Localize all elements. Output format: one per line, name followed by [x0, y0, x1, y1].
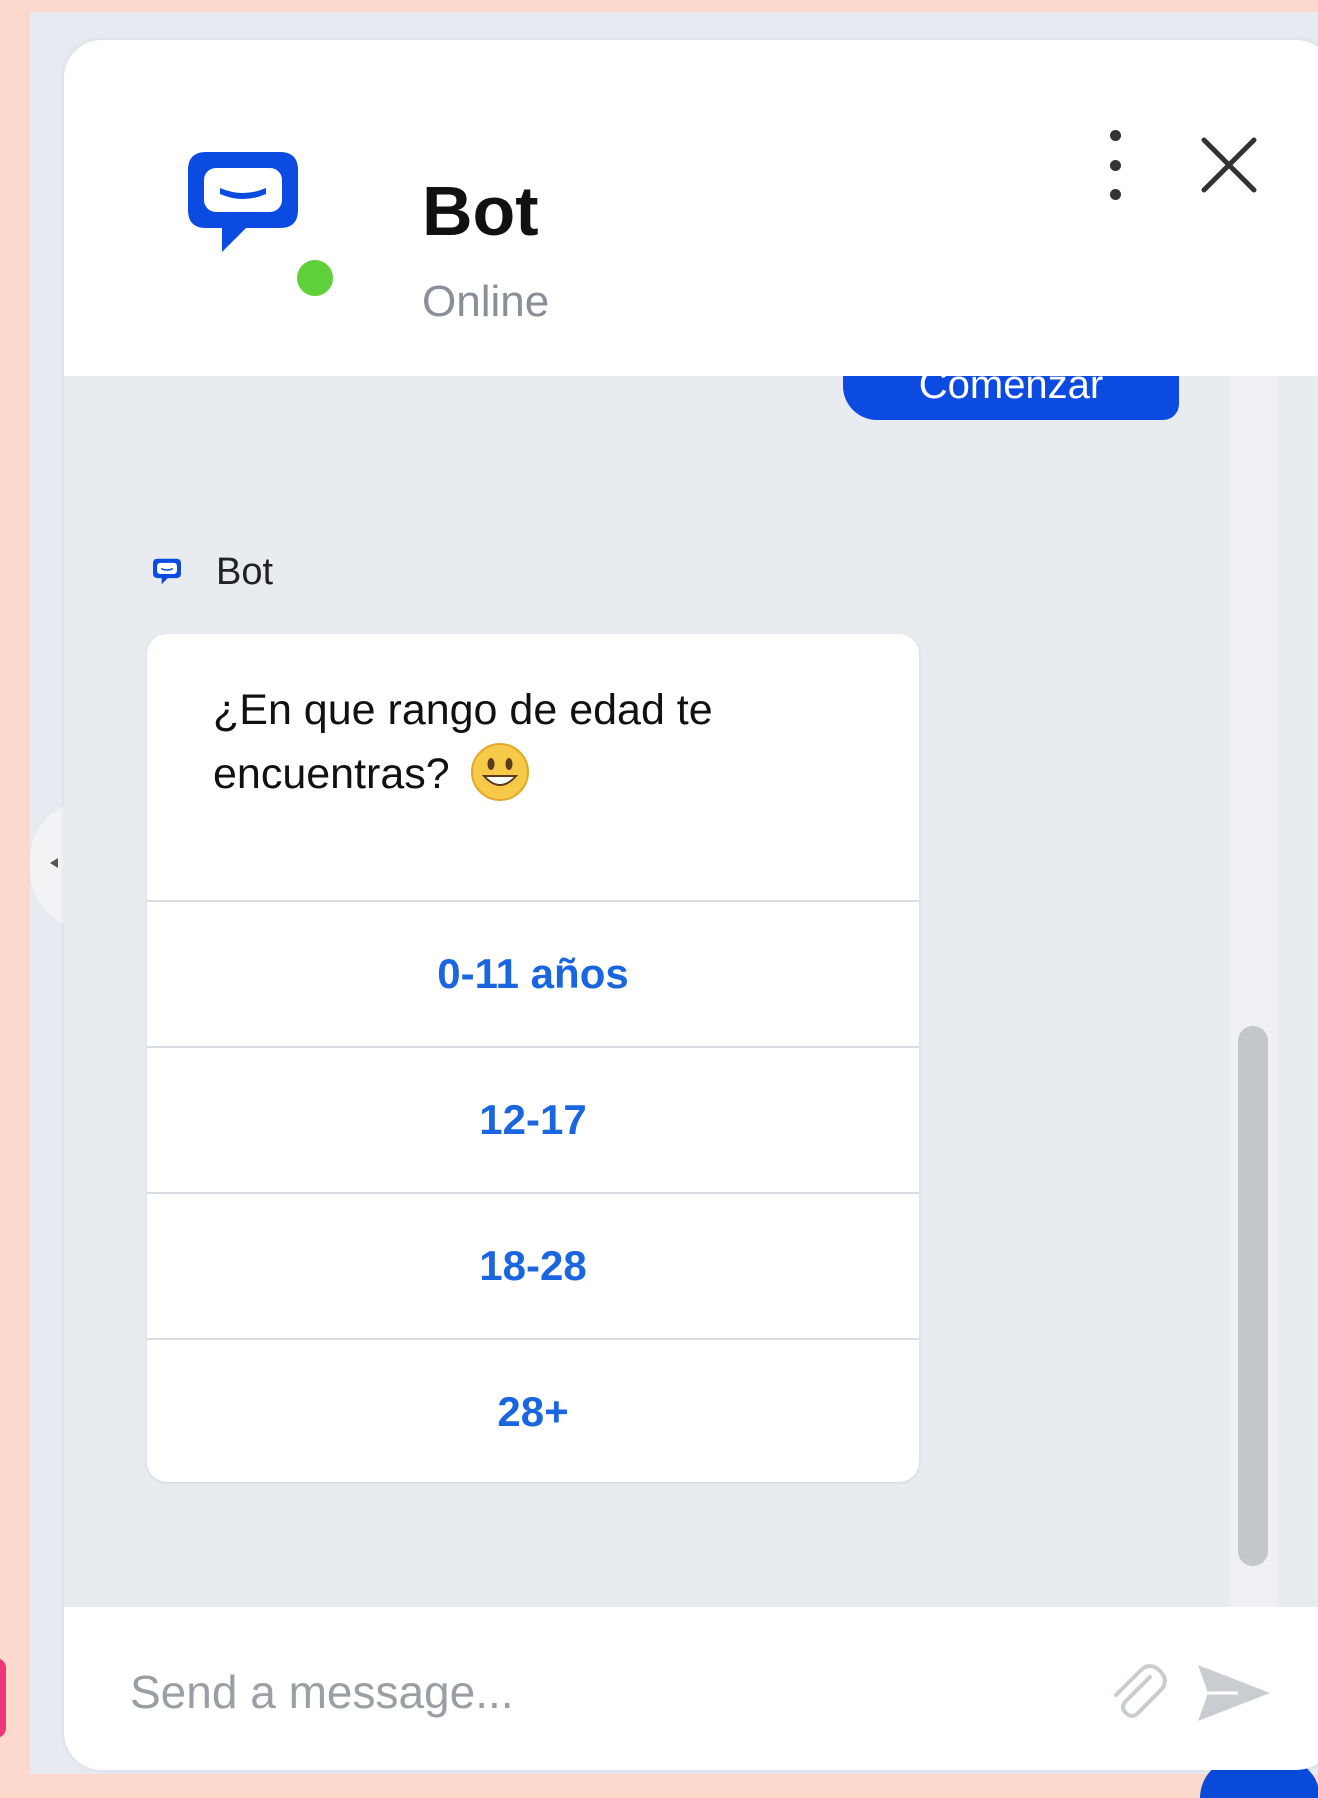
close-icon [1201, 137, 1257, 193]
more-vertical-icon-dot [1109, 159, 1121, 171]
user-message-text: Comenzar [918, 376, 1104, 407]
bot-message-card: ¿En que rango de edad te encuentras? 0-1… [147, 634, 919, 1482]
message-composer [64, 1607, 1318, 1770]
bot-title: Bot [422, 172, 539, 250]
grinning-face-emoji-icon [470, 743, 529, 801]
user-message-bubble: Comenzar [843, 376, 1179, 420]
chat-header: Bot Online [64, 40, 1318, 376]
bot-question: ¿En que rango de edad te encuentras? [213, 678, 853, 806]
message-sender: Bot [152, 550, 274, 593]
online-status-dot [293, 256, 337, 300]
quick-reply-option[interactable]: 0-11 años [147, 900, 919, 1046]
close-button[interactable] [1194, 130, 1264, 200]
quick-reply-options: 0-11 años 12-17 18-28 28+ [147, 900, 919, 1482]
paperclip-icon[interactable] [1100, 1657, 1174, 1731]
chat-bubble-logo-icon [153, 558, 181, 585]
more-options-button[interactable] [1100, 130, 1130, 200]
message-input[interactable] [128, 1651, 912, 1733]
quick-reply-option[interactable]: 12-17 [147, 1046, 919, 1192]
more-vertical-icon-dot [1109, 189, 1121, 200]
arrow-left-icon [50, 858, 58, 868]
more-vertical-icon [1109, 130, 1121, 141]
chat-widget: Bot Online Comenzar Bot ¿En que rango de… [64, 40, 1318, 1770]
send-icon[interactable] [1194, 1661, 1274, 1725]
quick-reply-option[interactable]: 28+ [147, 1338, 919, 1482]
bot-question-text: ¿En que rango de edad te encuentras? [213, 686, 713, 798]
sender-name: Bot [216, 550, 274, 593]
scrollbar-thumb[interactable] [1238, 1026, 1268, 1566]
page-decoration [0, 1658, 6, 1738]
chat-bubble-logo-icon [188, 152, 298, 252]
bot-status: Online [422, 277, 550, 326]
quick-reply-option[interactable]: 18-28 [147, 1192, 919, 1338]
message-list[interactable]: Comenzar Bot ¿En que rango de edad te en… [64, 376, 1318, 1607]
